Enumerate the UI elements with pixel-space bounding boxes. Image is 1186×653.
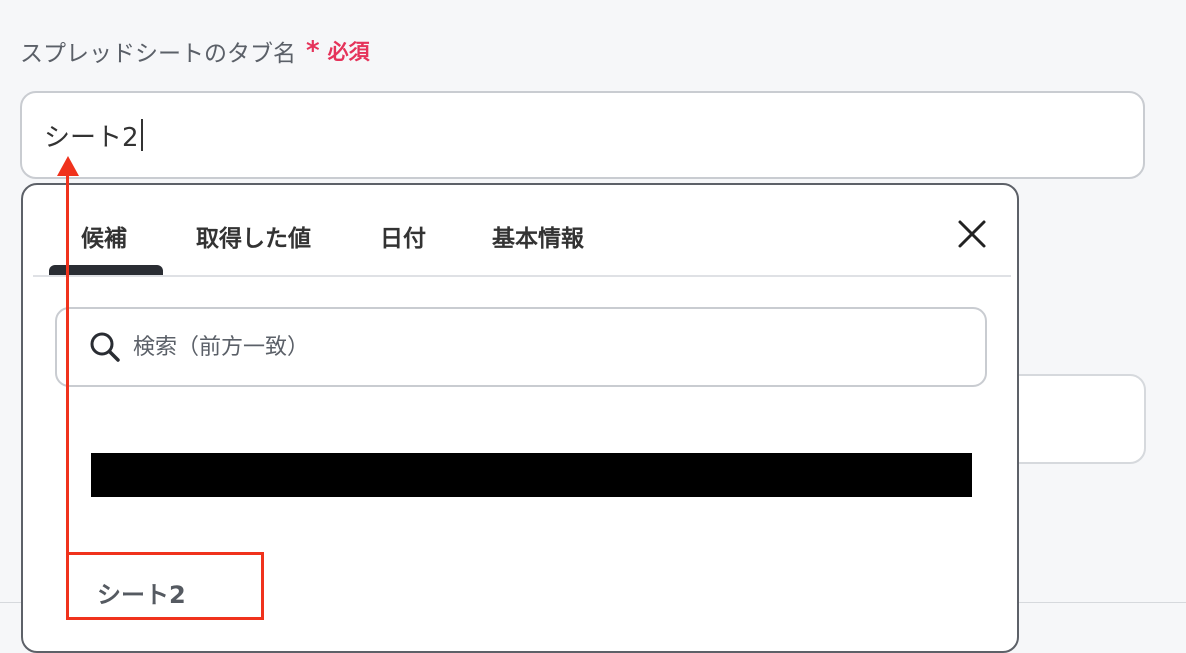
annotation-arrow-line [66,172,69,554]
required-label: 必須 [327,40,370,64]
search-input[interactable] [131,333,915,361]
dropdown-search-field[interactable] [55,307,987,387]
field-label: スプレッドシートのタブ名 * 必須 [20,34,370,68]
annotation-highlight-box [66,552,264,620]
required-asterisk: * [306,36,320,66]
search-icon [90,332,120,362]
tab-basic-info[interactable]: 基本情報 [492,219,584,253]
tab-candidates[interactable]: 候補 [81,219,127,253]
tab-date[interactable]: 日付 [380,219,426,253]
list-item-redacted[interactable] [91,453,972,497]
close-button[interactable] [955,217,989,251]
annotation-arrowhead [57,156,79,176]
close-icon [958,220,986,248]
dropdown-tabs: 候補 取得した値 日付 基本情報 [33,185,1011,277]
field-label-text: スプレッドシートのタブ名 [20,41,296,67]
text-caret [140,119,143,151]
background-input-field[interactable] [1000,374,1146,464]
sheet-tab-name-value: シート2 [44,122,139,153]
sheet-tab-name-input[interactable]: シート2 [20,91,1145,179]
tab-retrieved-values[interactable]: 取得した値 [196,219,311,253]
